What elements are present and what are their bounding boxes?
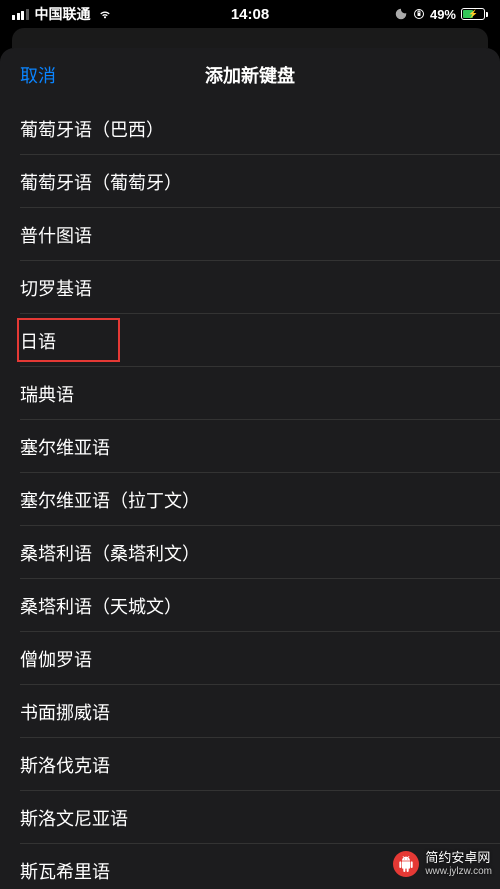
list-item[interactable]: 葡萄牙语（葡萄牙） — [0, 155, 500, 208]
watermark-url: www.jylzw.com — [425, 866, 492, 878]
list-item-label: 瑞典语 — [20, 381, 74, 407]
battery-percentage: 49% — [430, 7, 456, 22]
status-left: 中国联通 — [12, 4, 113, 24]
list-item-label: 切罗基语 — [20, 275, 92, 301]
list-item-label: 书面挪威语 — [20, 699, 110, 725]
modal-sheet: 取消 添加新键盘 葡萄牙语（巴西） 葡萄牙语（葡萄牙） 普什图语切罗基语日语瑞典语塞… — [0, 48, 500, 889]
list-item-label: 斯瓦希里语 — [20, 858, 110, 884]
list-item[interactable]: 僧伽罗语 — [0, 632, 500, 685]
list-item[interactable]: 塞尔维亚语（拉丁文） — [0, 473, 500, 526]
wifi-icon — [97, 6, 113, 22]
list-item[interactable]: 普什图语 — [0, 208, 500, 261]
list-item-label: 斯洛伐克语 — [20, 752, 110, 778]
carrier-label: 中国联通 — [35, 4, 91, 24]
signal-icon — [12, 9, 29, 20]
list-item[interactable]: 塞尔维亚语 — [0, 420, 500, 473]
background-sheet-peek — [12, 28, 488, 48]
list-item[interactable]: 斯洛文尼亚语 — [0, 791, 500, 844]
watermark: 简约安卓网 www.jylzw.com — [393, 851, 492, 877]
list-item[interactable]: 切罗基语 — [0, 261, 500, 314]
list-item[interactable]: 斯洛伐克语 — [0, 738, 500, 791]
dnd-icon — [394, 7, 408, 21]
list-item[interactable]: 瑞典语 — [0, 367, 500, 420]
list-item-label: 塞尔维亚语 — [20, 434, 110, 460]
list-item[interactable]: 书面挪威语 — [0, 685, 500, 738]
orientation-lock-icon — [413, 8, 425, 20]
nav-bar: 取消 添加新键盘 — [0, 48, 500, 102]
list-item-label: 葡萄牙语（葡萄牙） — [20, 169, 182, 195]
keyboard-list[interactable]: 葡萄牙语（巴西） 葡萄牙语（葡萄牙） 普什图语切罗基语日语瑞典语塞尔维亚语塞尔维亚语… — [0, 102, 500, 889]
list-item-label: 桑塔利语（桑塔利文） — [20, 540, 200, 566]
list-item-label: 僧伽罗语 — [20, 646, 92, 672]
list-item-label: 桑塔利语（天城文） — [20, 593, 182, 619]
list-item-label: 日语 — [20, 328, 56, 354]
status-time: 14:08 — [231, 6, 269, 23]
status-right: 49% ⚡ — [394, 7, 488, 22]
list-item[interactable]: 桑塔利语（天城文） — [0, 579, 500, 632]
list-item[interactable]: 葡萄牙语（巴西） — [0, 102, 500, 155]
list-item-label: 斯洛文尼亚语 — [20, 805, 128, 831]
list-item-label: 葡萄牙语（巴西） — [20, 116, 164, 142]
cancel-button[interactable]: 取消 — [20, 62, 56, 88]
page-title: 添加新键盘 — [205, 62, 295, 88]
list-item[interactable]: 桑塔利语（桑塔利文） — [0, 526, 500, 579]
list-item-label: 塞尔维亚语（拉丁文） — [20, 487, 200, 513]
list-item[interactable]: 日语 — [0, 314, 500, 367]
watermark-name: 简约安卓网 — [425, 851, 492, 866]
list-item-label: 普什图语 — [20, 222, 92, 248]
watermark-logo-icon — [393, 851, 419, 877]
battery-icon: ⚡ — [461, 8, 488, 20]
status-bar: 中国联通 14:08 49% ⚡ — [0, 0, 500, 28]
